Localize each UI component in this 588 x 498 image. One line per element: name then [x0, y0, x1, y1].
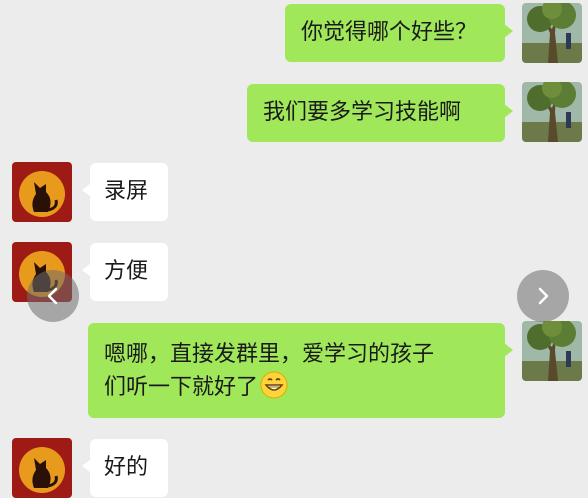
message-text: 方便 [104, 259, 149, 284]
message-text-line-2-text: 们听一下就好了 [104, 375, 259, 400]
message-text: 好的 [104, 455, 149, 480]
chevron-left-icon [47, 287, 58, 305]
message-bubble-mine[interactable]: 嗯哪，直接发群里，爱学习的孩子 们听一下就好了 [88, 323, 513, 418]
message-text: 你觉得哪个好些？ [301, 20, 478, 45]
contact-avatar[interactable] [12, 162, 72, 222]
chevron-right-icon [538, 287, 549, 305]
message-text-line-2: 们听一下就好了 [104, 371, 489, 404]
message-bubble-mine[interactable]: 我们要多学习技能啊 [247, 84, 513, 142]
my-avatar[interactable] [522, 321, 582, 381]
my-avatar[interactable] [522, 82, 582, 142]
message-bubble-contact[interactable]: 方便 [82, 243, 168, 301]
tree-photo-icon [522, 3, 582, 63]
contact-avatar[interactable] [12, 438, 72, 498]
cat-logo-icon [12, 162, 72, 222]
grin-emoji-icon [260, 371, 288, 399]
tree-photo-icon [522, 82, 582, 142]
message-bubble-contact[interactable]: 好的 [82, 439, 168, 497]
previous-button[interactable] [27, 270, 79, 322]
message-bubble-contact[interactable]: 录屏 [82, 163, 168, 221]
next-button[interactable] [517, 270, 569, 322]
tree-photo-icon [522, 321, 582, 381]
cat-logo-icon [12, 438, 72, 498]
message-text: 录屏 [104, 179, 149, 204]
message-text-line-1: 嗯哪，直接发群里，爱学习的孩子 [104, 342, 435, 367]
message-text: 我们要多学习技能啊 [263, 100, 462, 125]
message-bubble-mine[interactable]: 你觉得哪个好些？ [285, 4, 513, 62]
my-avatar[interactable] [522, 3, 582, 63]
